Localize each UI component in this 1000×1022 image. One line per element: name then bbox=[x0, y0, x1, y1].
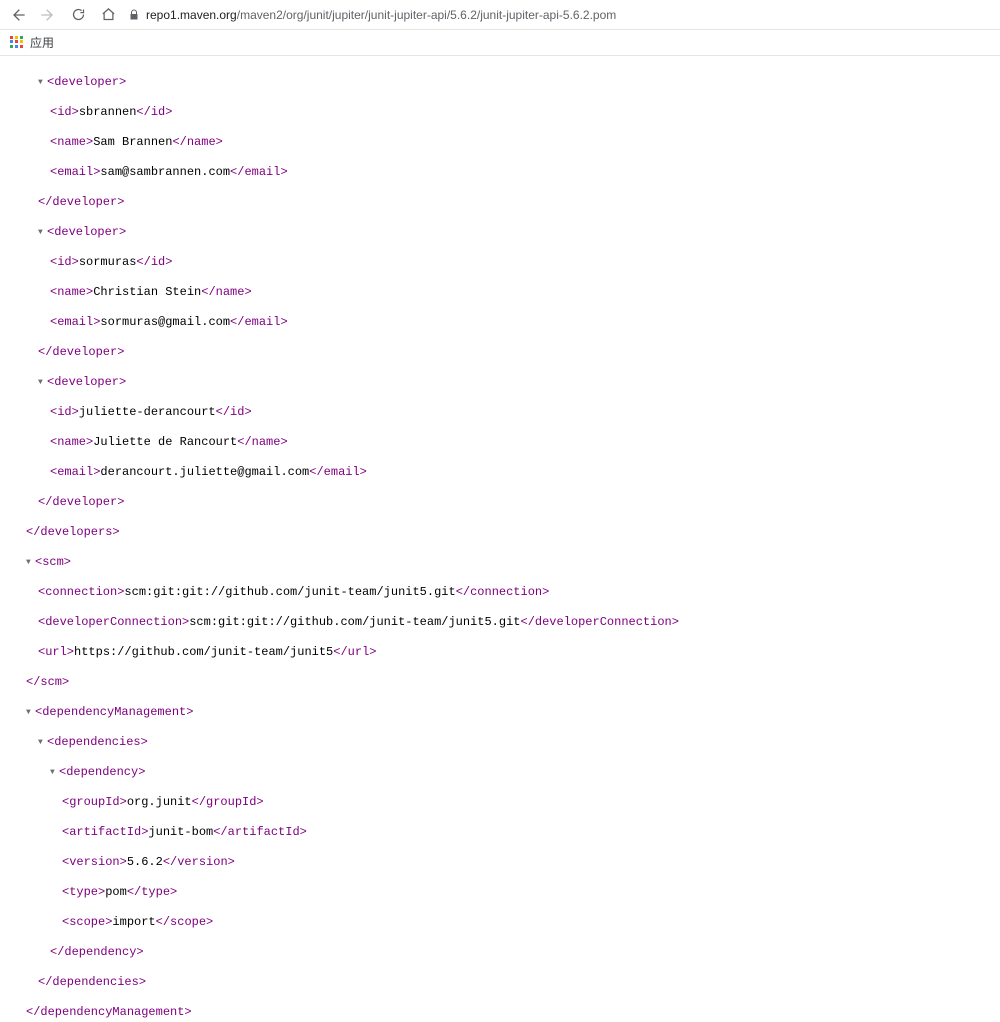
lock-icon bbox=[128, 9, 140, 21]
home-icon bbox=[101, 7, 116, 22]
browser-toolbar: repo1.maven.org/maven2/org/junit/jupiter… bbox=[0, 0, 1000, 30]
back-button[interactable] bbox=[8, 5, 28, 25]
reload-icon bbox=[71, 7, 86, 22]
arrow-right-icon bbox=[40, 7, 56, 23]
arrow-left-icon bbox=[10, 7, 26, 23]
apps-label[interactable]: 应用 bbox=[30, 34, 54, 51]
url-text: repo1.maven.org/maven2/org/junit/jupiter… bbox=[146, 8, 616, 22]
home-button[interactable] bbox=[98, 5, 118, 25]
apps-icon[interactable] bbox=[10, 36, 24, 50]
address-bar[interactable]: repo1.maven.org/maven2/org/junit/jupiter… bbox=[128, 8, 992, 22]
forward-button[interactable] bbox=[38, 5, 58, 25]
bookmarks-bar: 应用 bbox=[0, 30, 1000, 56]
reload-button[interactable] bbox=[68, 5, 88, 25]
xml-viewer[interactable]: ▼<developer> <id>sbrannen</id> <name>Sam… bbox=[0, 56, 1000, 1022]
